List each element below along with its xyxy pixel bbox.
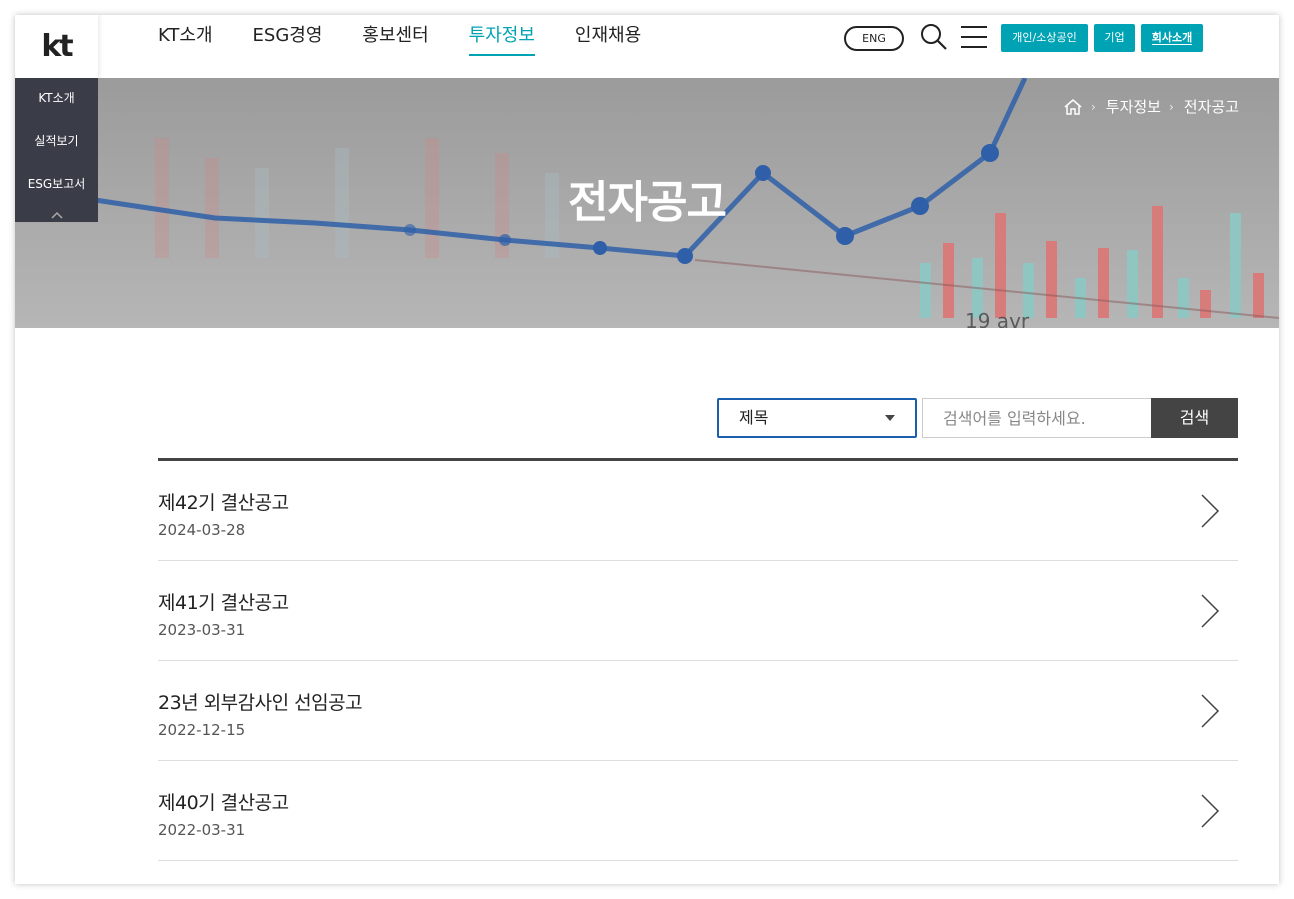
page-title: 전자공고 xyxy=(568,177,727,228)
chevron-right-icon[interactable] xyxy=(1200,694,1220,728)
segment-corporate-label: 회사소개 xyxy=(1151,31,1193,45)
breadcrumb: › 투자정보 › 전자공고 xyxy=(1063,96,1239,117)
search-bar: 제목 검색 xyxy=(717,398,1238,438)
menu-icon[interactable] xyxy=(961,25,987,49)
caret-down-icon xyxy=(885,415,895,421)
notice-list: 제42기 결산공고 2024-03-28 제41기 결산공고 2023-03-3… xyxy=(158,458,1238,861)
nav-item-esg[interactable]: ESG경영 xyxy=(253,23,323,56)
quick-item-esg-report[interactable]: ESG보고서 xyxy=(15,164,98,207)
nav-item-pr[interactable]: 홍보센터 xyxy=(362,23,428,56)
notice-date: 2022-03-31 xyxy=(158,821,246,839)
notice-title[interactable]: 제41기 결산공고 xyxy=(158,588,289,615)
chevron-right-icon: › xyxy=(1168,99,1174,114)
notice-title[interactable]: 제42기 결산공고 xyxy=(158,488,289,515)
search-field-select[interactable]: 제목 xyxy=(717,398,917,438)
nav-item-careers[interactable]: 인재채용 xyxy=(575,23,641,56)
list-item[interactable]: 23년 외부감사인 선임공고 2022-12-15 xyxy=(158,661,1238,761)
chevron-right-icon: › xyxy=(1090,99,1096,114)
segment-corporate-button[interactable]: 회사소개 xyxy=(1141,24,1203,52)
breadcrumb-item-current[interactable]: 전자공고 xyxy=(1184,96,1239,117)
page-frame: 19 avr 전자공고 › 투자정보 › 전자공고 kt KT소개 ESG경영 … xyxy=(15,15,1279,884)
search-icon[interactable] xyxy=(920,23,948,51)
kt-logo: kt xyxy=(41,29,73,64)
nav-item-investor[interactable]: 투자정보 xyxy=(468,23,536,56)
segment-business-button[interactable]: 기업 xyxy=(1094,24,1135,52)
chevron-right-icon[interactable] xyxy=(1200,594,1220,628)
notice-date: 2022-12-15 xyxy=(158,721,246,739)
search-button[interactable]: 검색 xyxy=(1151,398,1238,438)
quick-item-about[interactable]: KT소개 xyxy=(15,78,98,121)
notice-date: 2024-03-28 xyxy=(158,521,246,539)
list-item[interactable]: 제42기 결산공고 2024-03-28 xyxy=(158,461,1238,561)
logo-link[interactable]: kt xyxy=(15,15,98,78)
notice-title[interactable]: 23년 외부감사인 선임공고 xyxy=(158,688,363,715)
nav-item-about[interactable]: KT소개 xyxy=(158,23,213,56)
main-nav: KT소개 ESG경영 홍보센터 투자정보 인재채용 xyxy=(158,23,681,56)
list-item[interactable]: 제41기 결산공고 2023-03-31 xyxy=(158,561,1238,661)
hero-banner: 19 avr 전자공고 › 투자정보 › 전자공고 xyxy=(15,78,1279,328)
chevron-right-icon[interactable] xyxy=(1200,494,1220,528)
quick-menu: KT소개 실적보기 ESG보고서 xyxy=(15,78,98,222)
select-value: 제목 xyxy=(739,408,769,427)
quick-item-results[interactable]: 실적보기 xyxy=(15,121,98,164)
list-item[interactable]: 제40기 결산공고 2022-03-31 xyxy=(158,761,1238,861)
home-icon[interactable] xyxy=(1063,98,1083,116)
quick-menu-collapse-button[interactable] xyxy=(15,207,98,222)
hero-bg-label: 19 avr xyxy=(965,309,1030,328)
segment-personal-button[interactable]: 개인/소상공인 xyxy=(1001,24,1088,52)
chevron-right-icon[interactable] xyxy=(1200,794,1220,828)
chevron-up-icon xyxy=(50,211,63,219)
language-button[interactable]: ENG xyxy=(844,26,904,51)
site-header: kt KT소개 ESG경영 홍보센터 투자정보 인재채용 ENG 개인/소상공인… xyxy=(15,15,1279,78)
breadcrumb-item-invest[interactable]: 투자정보 xyxy=(1106,96,1161,117)
notice-title[interactable]: 제40기 결산공고 xyxy=(158,788,289,815)
notice-date: 2023-03-31 xyxy=(158,621,246,639)
search-input[interactable] xyxy=(922,398,1151,438)
